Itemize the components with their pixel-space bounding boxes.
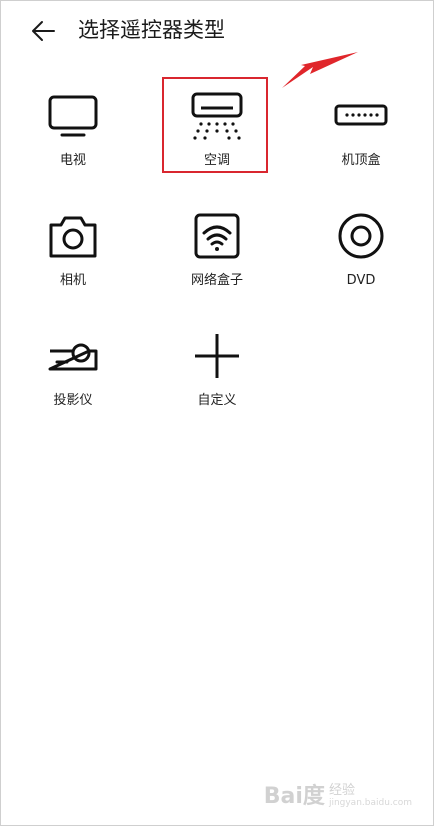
watermark-brand: Bai度	[263, 784, 325, 809]
device-label: 电视	[59, 153, 86, 168]
tv-icon	[48, 95, 98, 137]
watermark-url: jingyan.baidu.com	[328, 798, 412, 808]
dvd-icon	[338, 213, 384, 259]
page-title: 选择遥控器类型	[78, 18, 225, 42]
header: 选择遥控器类型	[0, 0, 434, 62]
highlight-box	[162, 77, 268, 173]
camera-icon	[49, 216, 97, 258]
watermark-sub: 经验	[328, 783, 355, 798]
device-label: 网络盒子	[190, 273, 243, 288]
device-label: 相机	[59, 273, 86, 288]
arrow-left-icon	[32, 21, 55, 41]
device-tile-custom[interactable]: 自定义	[162, 318, 272, 414]
device-label: 自定义	[197, 393, 237, 408]
device-label: 投影仪	[53, 393, 93, 408]
network-box-icon	[194, 213, 240, 259]
device-tile-network-box[interactable]: 网络盒子	[162, 198, 272, 294]
device-tile-tv[interactable]: 电视	[18, 78, 128, 174]
back-button[interactable]	[28, 16, 58, 46]
plus-icon	[195, 334, 239, 378]
device-label: DVD	[346, 273, 376, 288]
device-tile-projector[interactable]: 投影仪	[18, 318, 128, 414]
projector-icon	[48, 343, 98, 371]
set-top-box-icon	[334, 104, 388, 126]
device-tile-dvd[interactable]: DVD	[306, 198, 416, 294]
device-label: 机顶盒	[341, 153, 381, 168]
red-arrow-icon	[282, 52, 358, 88]
device-tile-camera[interactable]: 相机	[18, 198, 128, 294]
baidu-watermark: Bai度 经验 jingyan.baidu.com	[263, 783, 412, 809]
